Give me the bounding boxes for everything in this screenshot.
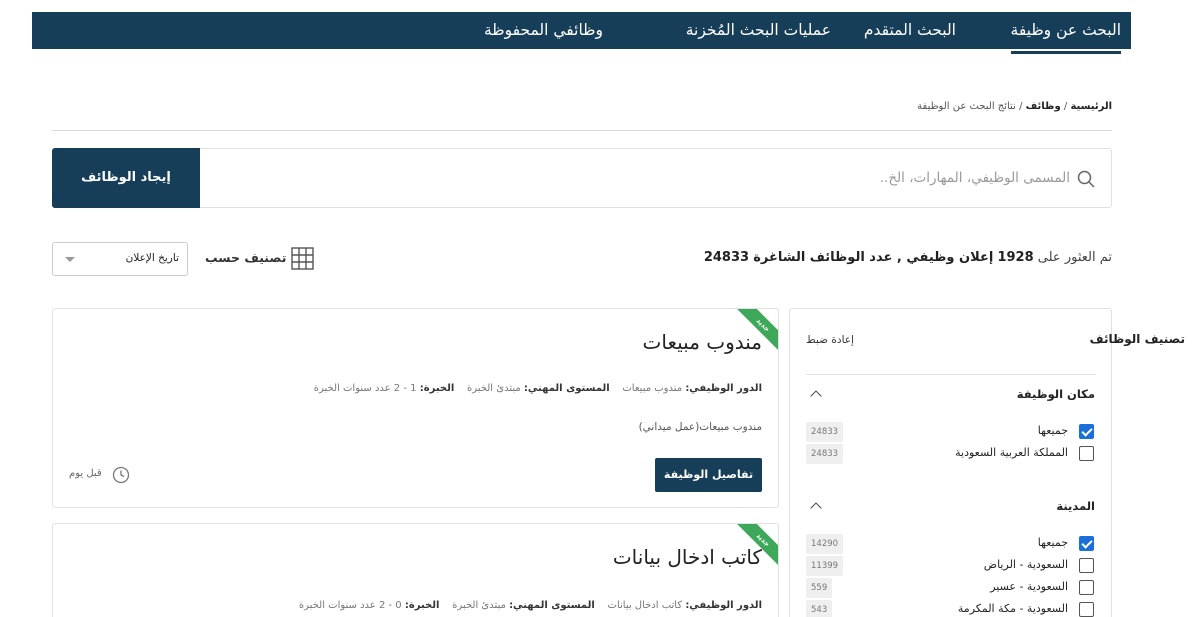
checkbox[interactable] [1079,446,1094,461]
option-count: 543 [806,600,833,617]
job-details-button[interactable]: تفاصيل الوظيفة [655,458,762,492]
experience-label: الخبرة: [404,600,440,611]
role-label: الدور الوظيفي: [685,600,762,611]
checkbox[interactable] [1079,602,1094,617]
results-count: 1928 [997,250,1034,265]
location-filter-option[interactable]: جميعها 24833 [806,422,1094,442]
breadcrumb-jobs[interactable]: وظائف [1026,101,1061,112]
job-title[interactable]: كاتب ادخال بيانات [613,545,762,569]
breadcrumb-separator: / [1063,101,1068,112]
checkbox[interactable] [1079,536,1094,551]
breadcrumb-home[interactable]: الرئيسية [1070,101,1112,112]
option-count: 24833 [806,444,844,464]
option-label: السعودية - عسير [990,580,1068,593]
checkbox[interactable] [1079,558,1094,573]
location-filter-title[interactable]: مكان الوظيفة [1017,387,1095,401]
level-value: مبتدئ الخبرة [467,383,521,394]
city-filter-option[interactable]: السعودية - عسير 559 [806,578,1094,598]
experience-label: الخبرة: [419,383,455,394]
results-prefix: تم العثور على [1037,250,1112,265]
city-filter-title[interactable]: المدينة [1056,499,1095,513]
option-label: المملكة العربية السعودية [955,446,1068,459]
filter-panel-title: تصنيف الوظائف [1089,332,1185,346]
experience-value: 1 - 2 عدد سنوات الخبرة [313,383,417,394]
job-title[interactable]: مندوب مبيعات [643,330,762,354]
city-filter-option[interactable]: جميعها 14290 [806,534,1094,554]
sort-selected-value: تاريخ الإعلان [125,252,179,264]
job-description: مندوب مبيعات(عمل ميداني) [638,421,762,433]
breadcrumb-current: نتائج البحث عن الوظيفة [917,101,1016,112]
nav-tab-advanced-search[interactable]: البحث المتقدم [864,12,956,49]
checkbox[interactable] [1079,424,1094,439]
city-filter-option[interactable]: السعودية - الرياض 11399 [806,556,1094,576]
role-value: كاتب ادخال بيانات [607,600,683,611]
level-label: المستوى المهني: [509,600,595,611]
reset-filters-link[interactable]: إعادة ضبط [806,334,854,346]
role-value: مندوب مبيعات [622,383,683,394]
job-meta: الدور الوظيفي: كاتب ادخال بيانات المستوى… [299,600,762,611]
option-count: 559 [806,578,833,598]
option-label: السعودية - الرياض [983,558,1068,571]
option-label: جميعها [1037,424,1068,437]
sort-label: تصنيف حسب [205,250,287,265]
results-middle: إعلان وظيفي , عدد الوظائف الشاغرة [753,250,994,265]
option-count: 14290 [806,534,844,554]
option-label: السعودية - مكة المكرمة [957,602,1068,615]
clock-icon [112,466,130,484]
option-label: جميعها [1037,536,1068,549]
job-card: جديد كاتب ادخال بيانات الدور الوظيفي: كا… [52,523,779,617]
vacancies-count: 24833 [703,250,750,265]
sort-select[interactable]: تاريخ الإعلان [52,242,188,276]
chevron-down-icon [65,257,75,262]
divider [806,374,1096,375]
role-label: الدور الوظيفي: [685,383,762,394]
find-jobs-button[interactable]: إيجاد الوظائف [52,148,200,208]
job-meta: الدور الوظيفي: مندوب مبيعات المستوى المه… [314,383,762,394]
divider [52,130,1112,131]
nav-tab-saved-jobs[interactable]: وظائفي المحفوظة [484,12,603,49]
top-nav: البحث عن وظيفة البحث المتقدم عمليات البح… [32,12,1131,54]
job-card: جديد مندوب مبيعات الدور الوظيفي: مندوب م… [52,308,779,508]
nav-tab-saved-searches[interactable]: عمليات البحث المُخزنة [686,12,831,49]
breadcrumb-separator: / [1019,101,1023,112]
breadcrumb: الرئيسية / وظائف / نتائج البحث عن الوظيف… [917,101,1112,112]
search-icon [1077,170,1095,188]
level-label: المستوى المهني: [523,383,610,394]
location-filter-option[interactable]: المملكة العربية السعودية 24833 [806,444,1094,464]
checkbox[interactable] [1079,580,1094,595]
grid-view-icon[interactable] [291,247,314,270]
nav-tab-search-jobs[interactable]: البحث عن وظيفة [1010,12,1122,54]
option-count: 24833 [806,422,844,442]
search-input[interactable] [210,160,1070,196]
city-filter-option[interactable]: السعودية - مكة المكرمة 543 [806,600,1094,617]
option-count: 11399 [806,556,844,576]
level-value: مبتدئ الخبرة [452,600,506,611]
results-summary: تم العثور على 1928 إعلان وظيفي , عدد الو… [704,250,1112,265]
posted-time: قبل يوم [69,468,102,479]
experience-value: 0 - 2 عدد سنوات الخبرة [298,600,402,611]
